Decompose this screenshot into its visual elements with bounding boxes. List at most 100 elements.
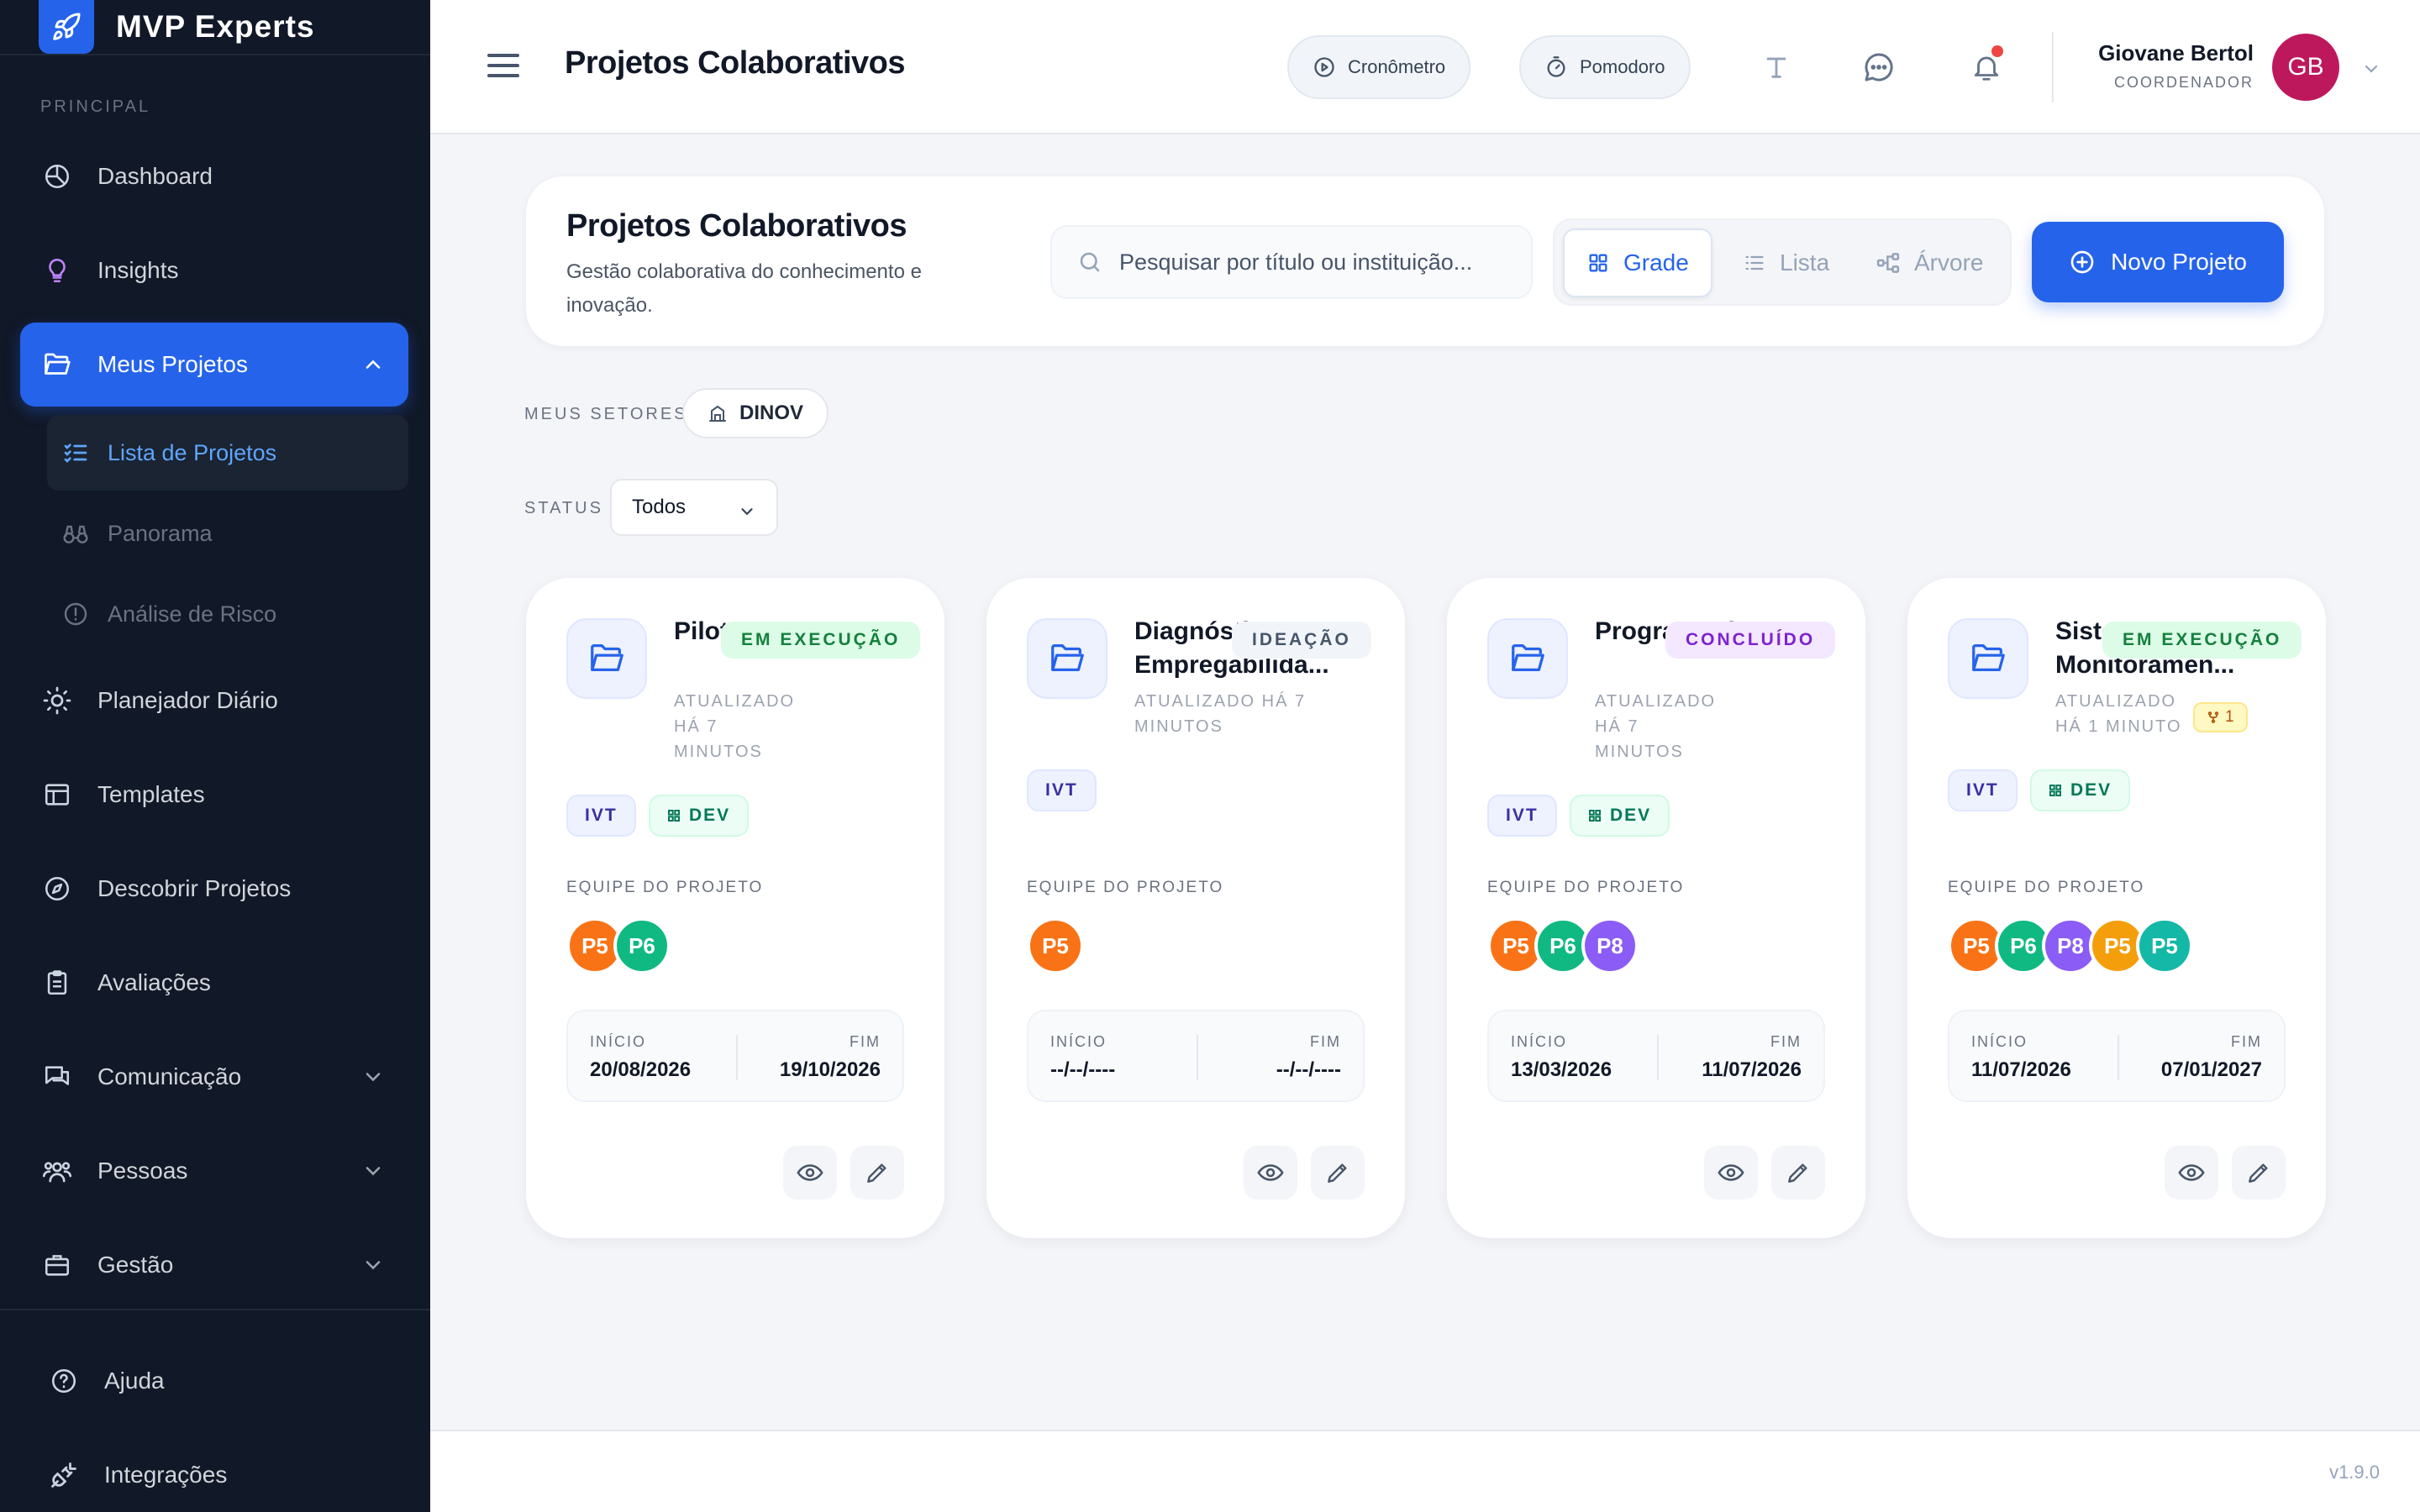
pomodoro-button[interactable]: Pomodoro	[1519, 35, 1691, 99]
view-tree-label: Árvore	[1914, 249, 1984, 276]
updated-line: ATUALIZADO	[1595, 692, 1717, 711]
sidebar-item-gestao[interactable]: Gestão	[20, 1223, 408, 1307]
sidebar-item-pessoas[interactable]: Pessoas	[20, 1129, 408, 1213]
tag-ivt: IVT	[1027, 769, 1097, 811]
eye-icon	[1717, 1158, 1745, 1187]
view-list-button[interactable]: Lista	[1721, 228, 1851, 297]
new-project-button[interactable]: Novo Projeto	[2032, 222, 2284, 302]
avatar[interactable]: P8	[1581, 917, 1639, 974]
edit-button[interactable]	[850, 1146, 904, 1200]
brand[interactable]: MVP Experts	[39, 0, 315, 54]
sidebar-item-label: Dashboard	[97, 163, 213, 189]
updated-line: ATUALIZADO	[2055, 692, 2177, 711]
user-name: Giovane Bertol	[2098, 40, 2254, 66]
team-avatars: P5 P6	[566, 917, 671, 974]
start-label: INÍCIO	[590, 1033, 647, 1050]
project-dates: INÍCIO 13/03/2026 FIM 11/07/2026	[1487, 1010, 1825, 1102]
updated-line: HÁ 1 MINUTO	[2055, 717, 2182, 736]
chat-icon[interactable]	[1857, 45, 1901, 89]
team-avatars: P5 P6 P8 P5 P5	[1948, 917, 2193, 974]
project-dates: INÍCIO 20/08/2026 FIM 19/10/2026	[566, 1010, 904, 1102]
search-input[interactable]	[1119, 249, 1514, 276]
sidebar-item-insights[interactable]: Insights	[20, 228, 408, 312]
avatar[interactable]: P5	[1027, 917, 1084, 974]
team-label: EQUIPE DO PROJETO	[566, 879, 764, 896]
chevron-down-icon	[738, 502, 756, 521]
end-label: FIM	[850, 1033, 881, 1050]
sidebar-item-meus-projetos[interactable]: Meus Projetos	[20, 323, 408, 407]
version-label: v1.9.0	[2329, 1462, 2380, 1483]
end-label: FIM	[2231, 1033, 2262, 1050]
view-button[interactable]	[1704, 1146, 1758, 1200]
bell-icon[interactable]	[1965, 45, 2008, 89]
sector-chip[interactable]: DINOV	[682, 388, 829, 438]
sidebar-item-dashboard[interactable]: Dashboard	[20, 134, 408, 218]
sidebar-item-avaliacoes[interactable]: Avaliações	[20, 941, 408, 1025]
end-label: FIM	[1310, 1033, 1341, 1050]
text-size-icon[interactable]	[1754, 45, 1798, 89]
search-box	[1050, 225, 1533, 299]
sidebar-item-label: Ajuda	[104, 1368, 165, 1394]
project-card[interactable]: Programa de... CONCLUÍDO ATUALIZADO HÁ 7…	[1447, 578, 1865, 1238]
cronometro-button[interactable]: Cronômetro	[1287, 35, 1471, 99]
sidebar-subitem-lista-de-projetos[interactable]: Lista de Projetos	[47, 415, 408, 491]
lightbulb-icon	[40, 254, 74, 287]
divider	[0, 1309, 430, 1310]
start-date: --/--/----	[1050, 1058, 1116, 1081]
folder-icon	[1948, 618, 2028, 699]
tag-dev: DEV	[1570, 795, 1670, 837]
binoculars-icon	[62, 520, 89, 547]
users-icon	[40, 1154, 74, 1188]
avatar[interactable]: P6	[613, 917, 671, 974]
view-toggle: Grade Lista Árvore	[1553, 218, 2012, 306]
project-card[interactable]: Diagnóstico Empregabilida... IDEAÇÃO ATU…	[986, 578, 1405, 1238]
sidebar-item-descobrir-projetos[interactable]: Descobrir Projetos	[20, 847, 408, 931]
pencil-icon	[1785, 1159, 1812, 1186]
project-card[interactable]: Piloto Sensor... EM EXECUÇÃO ATUALIZADO …	[526, 578, 944, 1238]
brand-name: MVP Experts	[116, 9, 315, 44]
divider	[0, 54, 430, 55]
chevron-down-icon[interactable]	[2361, 59, 2381, 79]
updated-line: MINUTOS	[1134, 717, 1223, 736]
view-list-label: Lista	[1780, 249, 1830, 276]
avatar[interactable]: GB	[2272, 34, 2339, 101]
menu-icon[interactable]	[486, 50, 521, 81]
view-tree-button[interactable]: Árvore	[1854, 228, 2005, 297]
sidebar-item-integracoes[interactable]: Integrações	[27, 1433, 415, 1512]
divider	[2052, 32, 2054, 102]
chevron-up-icon[interactable]	[361, 353, 385, 376]
sidebar-subitem-analise-de-risco[interactable]: Análise de Risco	[47, 576, 408, 652]
project-updated: ATUALIZADO HÁ 7 MINUTOS	[674, 689, 795, 764]
alert-circle-icon	[62, 601, 89, 627]
sidebar-item-ajuda[interactable]: Ajuda	[27, 1339, 415, 1423]
play-circle-icon	[1313, 55, 1336, 79]
view-grid-button[interactable]: Grade	[1563, 228, 1712, 297]
view-button[interactable]	[2165, 1146, 2218, 1200]
edit-button[interactable]	[1771, 1146, 1825, 1200]
compass-icon	[40, 872, 74, 906]
status-select[interactable]: Todos	[610, 479, 778, 536]
start-label: INÍCIO	[1050, 1033, 1107, 1050]
edit-button[interactable]	[1311, 1146, 1365, 1200]
view-button[interactable]	[783, 1146, 837, 1200]
project-updated: ATUALIZADO HÁ 7 MINUTOS	[1134, 689, 1306, 739]
project-card[interactable]: Sistema Monitoramen... EM EXECUÇÃO ATUAL…	[1907, 578, 2326, 1238]
avatar[interactable]: P5	[2136, 917, 2193, 974]
sidebar-item-comunicacao[interactable]: Comunicação	[20, 1035, 408, 1119]
sidebar-subitem-label: Lista de Projetos	[108, 439, 277, 465]
fork-badge: 1	[2193, 702, 2248, 732]
folder-open-icon	[40, 348, 74, 381]
notification-dot	[1991, 45, 2003, 57]
chevron-down-icon[interactable]	[361, 1253, 385, 1277]
sidebar-item-planejador-diario[interactable]: Planejador Diário	[20, 659, 408, 743]
view-button[interactable]	[1244, 1146, 1297, 1200]
briefcase-icon	[40, 1248, 74, 1282]
edit-button[interactable]	[2232, 1146, 2286, 1200]
sidebar-subitem-panorama[interactable]: Panorama	[47, 496, 408, 571]
sidebar-item-templates[interactable]: Templates	[20, 753, 408, 837]
sidebar-item-label: Integrações	[104, 1462, 228, 1488]
chevron-down-icon[interactable]	[361, 1159, 385, 1183]
chevron-down-icon[interactable]	[361, 1065, 385, 1089]
start-date: 20/08/2026	[590, 1058, 692, 1081]
grid-small-icon	[2049, 784, 2062, 797]
